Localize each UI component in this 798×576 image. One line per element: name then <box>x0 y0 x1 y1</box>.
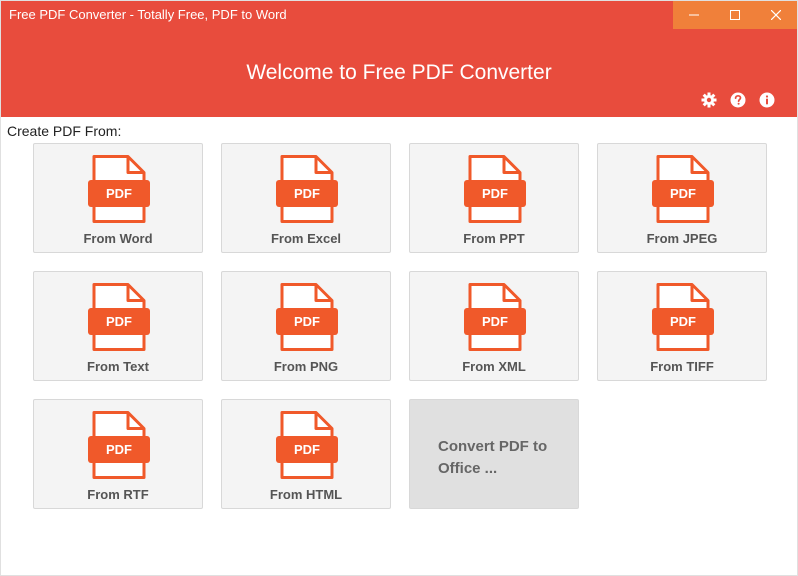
settings-button[interactable] <box>700 91 717 108</box>
tile-label: From Excel <box>270 231 342 246</box>
office-tile-label-line1: Convert PDF to <box>438 438 548 455</box>
pdf-document-icon: PDF <box>276 155 338 223</box>
tile-from-word[interactable]: PDF From Word <box>33 143 203 253</box>
tile-from-ppt[interactable]: PDF From PPT <box>409 143 579 253</box>
tile-label: From Text <box>87 359 149 374</box>
tile-from-jpeg[interactable]: PDF From JPEG <box>597 143 767 253</box>
app-header: Welcome to Free PDF Converter <box>1 29 797 117</box>
pdf-badge-label: PDF <box>106 186 132 201</box>
app-window: Free PDF Converter - Totally Free, PDF t… <box>0 0 798 576</box>
tile-label: From HTML <box>269 487 343 502</box>
pdf-badge-label: PDF <box>294 314 320 329</box>
tile-from-rtf[interactable]: PDF From RTF <box>33 399 203 509</box>
tile-label: From Word <box>83 231 153 246</box>
tile-label: From XML <box>462 359 526 374</box>
tile-label: From PNG <box>273 359 339 374</box>
tile-label: From PPT <box>463 231 525 246</box>
pdf-badge-label: PDF <box>482 314 508 329</box>
title-bar[interactable]: Free PDF Converter - Totally Free, PDF t… <box>1 1 797 29</box>
help-button[interactable] <box>729 91 746 108</box>
pdf-document-icon: PDF <box>652 155 714 223</box>
tile-from-excel[interactable]: PDF From Excel <box>221 143 391 253</box>
section-label: Create PDF From: <box>7 123 122 139</box>
minimize-icon <box>688 14 699 16</box>
maximize-button[interactable] <box>714 1 755 29</box>
header-icons <box>700 91 775 108</box>
tile-label: From RTF <box>87 487 149 502</box>
info-button[interactable] <box>758 91 775 108</box>
convert-pdf-to-office-tile[interactable]: Convert PDF to Office ... <box>409 399 579 509</box>
pdf-document-icon: PDF <box>464 155 526 223</box>
pdf-document-icon: PDF <box>276 283 338 351</box>
pdf-badge-label: PDF <box>482 186 508 201</box>
pdf-badge-label: PDF <box>294 186 320 201</box>
gear-icon <box>701 92 716 107</box>
pdf-badge-label: PDF <box>670 186 696 201</box>
window-title: Free PDF Converter - Totally Free, PDF t… <box>9 7 287 22</box>
tile-label: From JPEG <box>646 231 718 246</box>
close-button[interactable] <box>755 1 796 29</box>
pdf-document-icon: PDF <box>88 411 150 479</box>
office-tile-label-line2: Office ... <box>438 460 498 477</box>
tile-from-html[interactable]: PDF From HTML <box>221 399 391 509</box>
pdf-document-icon: PDF <box>88 283 150 351</box>
pdf-badge-label: PDF <box>294 442 320 457</box>
office-tile-label: Convert PDF to Office ... <box>438 436 568 480</box>
pdf-document-icon: PDF <box>88 155 150 223</box>
minimize-button[interactable] <box>673 1 714 29</box>
pdf-badge-label: PDF <box>106 314 132 329</box>
window-controls <box>673 1 797 29</box>
pdf-badge-label: PDF <box>670 314 696 329</box>
pdf-badge-label: PDF <box>106 442 132 457</box>
tile-from-tiff[interactable]: PDF From TIFF <box>597 271 767 381</box>
converter-grid: PDF From Word PDF From Excel PDF From PP… <box>33 143 767 509</box>
tile-from-xml[interactable]: PDF From XML <box>409 271 579 381</box>
pdf-document-icon: PDF <box>652 283 714 351</box>
maximize-icon <box>729 10 740 20</box>
pdf-document-icon: PDF <box>464 283 526 351</box>
tile-from-text[interactable]: PDF From Text <box>33 271 203 381</box>
tile-from-png[interactable]: PDF From PNG <box>221 271 391 381</box>
welcome-title: Welcome to Free PDF Converter <box>246 61 552 84</box>
help-icon <box>730 92 745 107</box>
tile-label: From TIFF <box>650 359 714 374</box>
close-icon <box>770 10 781 20</box>
pdf-document-icon: PDF <box>276 411 338 479</box>
info-icon <box>759 92 774 107</box>
